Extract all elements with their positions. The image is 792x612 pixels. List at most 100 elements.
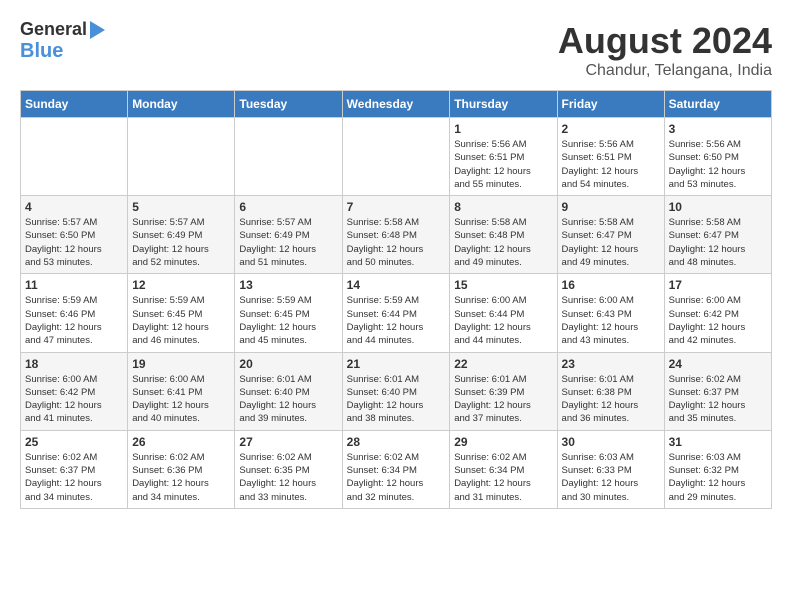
day-info: Sunrise: 6:02 AMSunset: 6:37 PMDaylight:… <box>669 373 767 426</box>
calendar-cell: 27 Sunrise: 6:02 AMSunset: 6:35 PMDayligh… <box>235 430 342 508</box>
day-number: 2 <box>562 122 660 136</box>
day-number: 9 <box>562 200 660 214</box>
calendar-cell: 4Sunrise: 5:57 AMSunset: 6:50 PMDaylight… <box>21 196 128 274</box>
calendar-cell: 22 Sunrise: 6:01 AMSunset: 6:39 PMDayligh… <box>450 352 557 430</box>
day-number: 17 <box>669 278 767 292</box>
day-info: Sunrise: 5:58 AMSunset: 6:47 PMDaylight:… <box>669 216 767 269</box>
calendar-cell: 8Sunrise: 5:58 AMSunset: 6:48 PMDaylight… <box>450 196 557 274</box>
page-header: General Blue August 2024 Chandur, Telang… <box>20 20 772 80</box>
day-info: Sunrise: 6:01 AMSunset: 6:40 PMDaylight:… <box>239 373 337 426</box>
day-info: Sunrise: 6:03 AMSunset: 6:33 PMDaylight:… <box>562 451 660 504</box>
calendar-cell: 30 Sunrise: 6:03 AMSunset: 6:33 PMDayligh… <box>557 430 664 508</box>
calendar-day-header: Saturday <box>664 91 771 118</box>
day-info: Sunrise: 6:03 AMSunset: 6:32 PMDaylight:… <box>669 451 767 504</box>
day-info: Sunrise: 6:00 AMSunset: 6:42 PMDaylight:… <box>25 373 123 426</box>
calendar-cell: 3 Sunrise: 5:56 AMSunset: 6:50 PMDaylight… <box>664 118 771 196</box>
calendar-cell <box>128 118 235 196</box>
day-info: Sunrise: 6:01 AMSunset: 6:40 PMDaylight:… <box>347 373 446 426</box>
calendar-cell: 17 Sunrise: 6:00 AMSunset: 6:42 PMDayligh… <box>664 274 771 352</box>
day-info: Sunrise: 5:58 AMSunset: 6:47 PMDaylight:… <box>562 216 660 269</box>
calendar-cell: 24 Sunrise: 6:02 AMSunset: 6:37 PMDayligh… <box>664 352 771 430</box>
day-number: 27 <box>239 435 337 449</box>
calendar-day-header: Monday <box>128 91 235 118</box>
calendar-cell: 5Sunrise: 5:57 AMSunset: 6:49 PMDaylight… <box>128 196 235 274</box>
title-area: August 2024 Chandur, Telangana, India <box>558 20 772 80</box>
day-number: 10 <box>669 200 767 214</box>
day-number: 3 <box>669 122 767 136</box>
calendar-cell: 7 Sunrise: 5:58 AMSunset: 6:48 PMDaylight… <box>342 196 450 274</box>
day-info: Sunrise: 5:58 AMSunset: 6:48 PMDaylight:… <box>454 216 552 269</box>
day-number: 28 <box>347 435 446 449</box>
day-number: 31 <box>669 435 767 449</box>
calendar-cell: 29Sunrise: 6:02 AMSunset: 6:34 PMDayligh… <box>450 430 557 508</box>
calendar-cell: 13Sunrise: 5:59 AMSunset: 6:45 PMDayligh… <box>235 274 342 352</box>
calendar-day-header: Wednesday <box>342 91 450 118</box>
calendar-cell: 16 Sunrise: 6:00 AMSunset: 6:43 PMDayligh… <box>557 274 664 352</box>
day-info: Sunrise: 5:58 AMSunset: 6:48 PMDaylight:… <box>347 216 446 269</box>
calendar-cell: 18 Sunrise: 6:00 AMSunset: 6:42 PMDayligh… <box>21 352 128 430</box>
day-number: 18 <box>25 357 123 371</box>
calendar-cell: 6 Sunrise: 5:57 AMSunset: 6:49 PMDaylight… <box>235 196 342 274</box>
calendar-cell: 9 Sunrise: 5:58 AMSunset: 6:47 PMDaylight… <box>557 196 664 274</box>
calendar-cell <box>342 118 450 196</box>
day-number: 20 <box>239 357 337 371</box>
calendar-cell: 21 Sunrise: 6:01 AMSunset: 6:40 PMDayligh… <box>342 352 450 430</box>
calendar-cell: 2 Sunrise: 5:56 AMSunset: 6:51 PMDaylight… <box>557 118 664 196</box>
day-info: Sunrise: 5:56 AMSunset: 6:51 PMDaylight:… <box>562 138 660 191</box>
calendar-cell: 1Sunrise: 5:56 AMSunset: 6:51 PMDaylight… <box>450 118 557 196</box>
day-number: 11 <box>25 278 123 292</box>
calendar-day-header: Sunday <box>21 91 128 118</box>
day-info: Sunrise: 5:59 AMSunset: 6:46 PMDaylight:… <box>25 294 123 347</box>
logo: General Blue <box>20 20 105 62</box>
day-info: Sunrise: 5:57 AMSunset: 6:49 PMDaylight:… <box>239 216 337 269</box>
day-number: 29 <box>454 435 552 449</box>
day-number: 22 <box>454 357 552 371</box>
day-info: Sunrise: 6:02 AMSunset: 6:35 PMDaylight:… <box>239 451 337 504</box>
day-number: 16 <box>562 278 660 292</box>
day-info: Sunrise: 6:02 AMSunset: 6:34 PMDaylight:… <box>347 451 446 504</box>
logo-blue-text: Blue <box>20 40 63 62</box>
calendar-cell <box>235 118 342 196</box>
day-number: 7 <box>347 200 446 214</box>
day-info: Sunrise: 6:02 AMSunset: 6:37 PMDaylight:… <box>25 451 123 504</box>
calendar-cell: 14Sunrise: 5:59 AMSunset: 6:44 PMDayligh… <box>342 274 450 352</box>
calendar-week-row: 25 Sunrise: 6:02 AMSunset: 6:37 PMDayligh… <box>21 430 772 508</box>
day-number: 5 <box>132 200 230 214</box>
day-number: 21 <box>347 357 446 371</box>
calendar-week-row: 18 Sunrise: 6:00 AMSunset: 6:42 PMDayligh… <box>21 352 772 430</box>
day-info: Sunrise: 6:00 AMSunset: 6:42 PMDaylight:… <box>669 294 767 347</box>
day-info: Sunrise: 6:01 AMSunset: 6:39 PMDaylight:… <box>454 373 552 426</box>
day-number: 30 <box>562 435 660 449</box>
logo-text: General <box>20 20 87 40</box>
calendar-cell: 23Sunrise: 6:01 AMSunset: 6:38 PMDayligh… <box>557 352 664 430</box>
calendar-cell: 26Sunrise: 6:02 AMSunset: 6:36 PMDayligh… <box>128 430 235 508</box>
day-number: 24 <box>669 357 767 371</box>
calendar-cell <box>21 118 128 196</box>
calendar-cell: 25 Sunrise: 6:02 AMSunset: 6:37 PMDayligh… <box>21 430 128 508</box>
calendar-week-row: 1Sunrise: 5:56 AMSunset: 6:51 PMDaylight… <box>21 118 772 196</box>
day-number: 23 <box>562 357 660 371</box>
day-number: 26 <box>132 435 230 449</box>
calendar-cell: 28 Sunrise: 6:02 AMSunset: 6:34 PMDayligh… <box>342 430 450 508</box>
page-title: August 2024 <box>558 20 772 62</box>
day-number: 6 <box>239 200 337 214</box>
calendar-week-row: 4Sunrise: 5:57 AMSunset: 6:50 PMDaylight… <box>21 196 772 274</box>
day-number: 25 <box>25 435 123 449</box>
day-info: Sunrise: 5:56 AMSunset: 6:50 PMDaylight:… <box>669 138 767 191</box>
day-info: Sunrise: 6:00 AMSunset: 6:41 PMDaylight:… <box>132 373 230 426</box>
calendar-cell: 12Sunrise: 5:59 AMSunset: 6:45 PMDayligh… <box>128 274 235 352</box>
calendar-table: SundayMondayTuesdayWednesdayThursdayFrid… <box>20 90 772 509</box>
day-number: 12 <box>132 278 230 292</box>
day-info: Sunrise: 5:59 AMSunset: 6:44 PMDaylight:… <box>347 294 446 347</box>
day-info: Sunrise: 5:59 AMSunset: 6:45 PMDaylight:… <box>239 294 337 347</box>
calendar-cell: 10 Sunrise: 5:58 AMSunset: 6:47 PMDayligh… <box>664 196 771 274</box>
page-subtitle: Chandur, Telangana, India <box>558 62 772 80</box>
day-number: 19 <box>132 357 230 371</box>
day-info: Sunrise: 6:00 AMSunset: 6:43 PMDaylight:… <box>562 294 660 347</box>
day-number: 15 <box>454 278 552 292</box>
calendar-day-header: Friday <box>557 91 664 118</box>
calendar-cell: 20 Sunrise: 6:01 AMSunset: 6:40 PMDayligh… <box>235 352 342 430</box>
day-number: 4 <box>25 200 123 214</box>
logo-arrow-icon <box>90 21 105 39</box>
calendar-cell: 31 Sunrise: 6:03 AMSunset: 6:32 PMDayligh… <box>664 430 771 508</box>
